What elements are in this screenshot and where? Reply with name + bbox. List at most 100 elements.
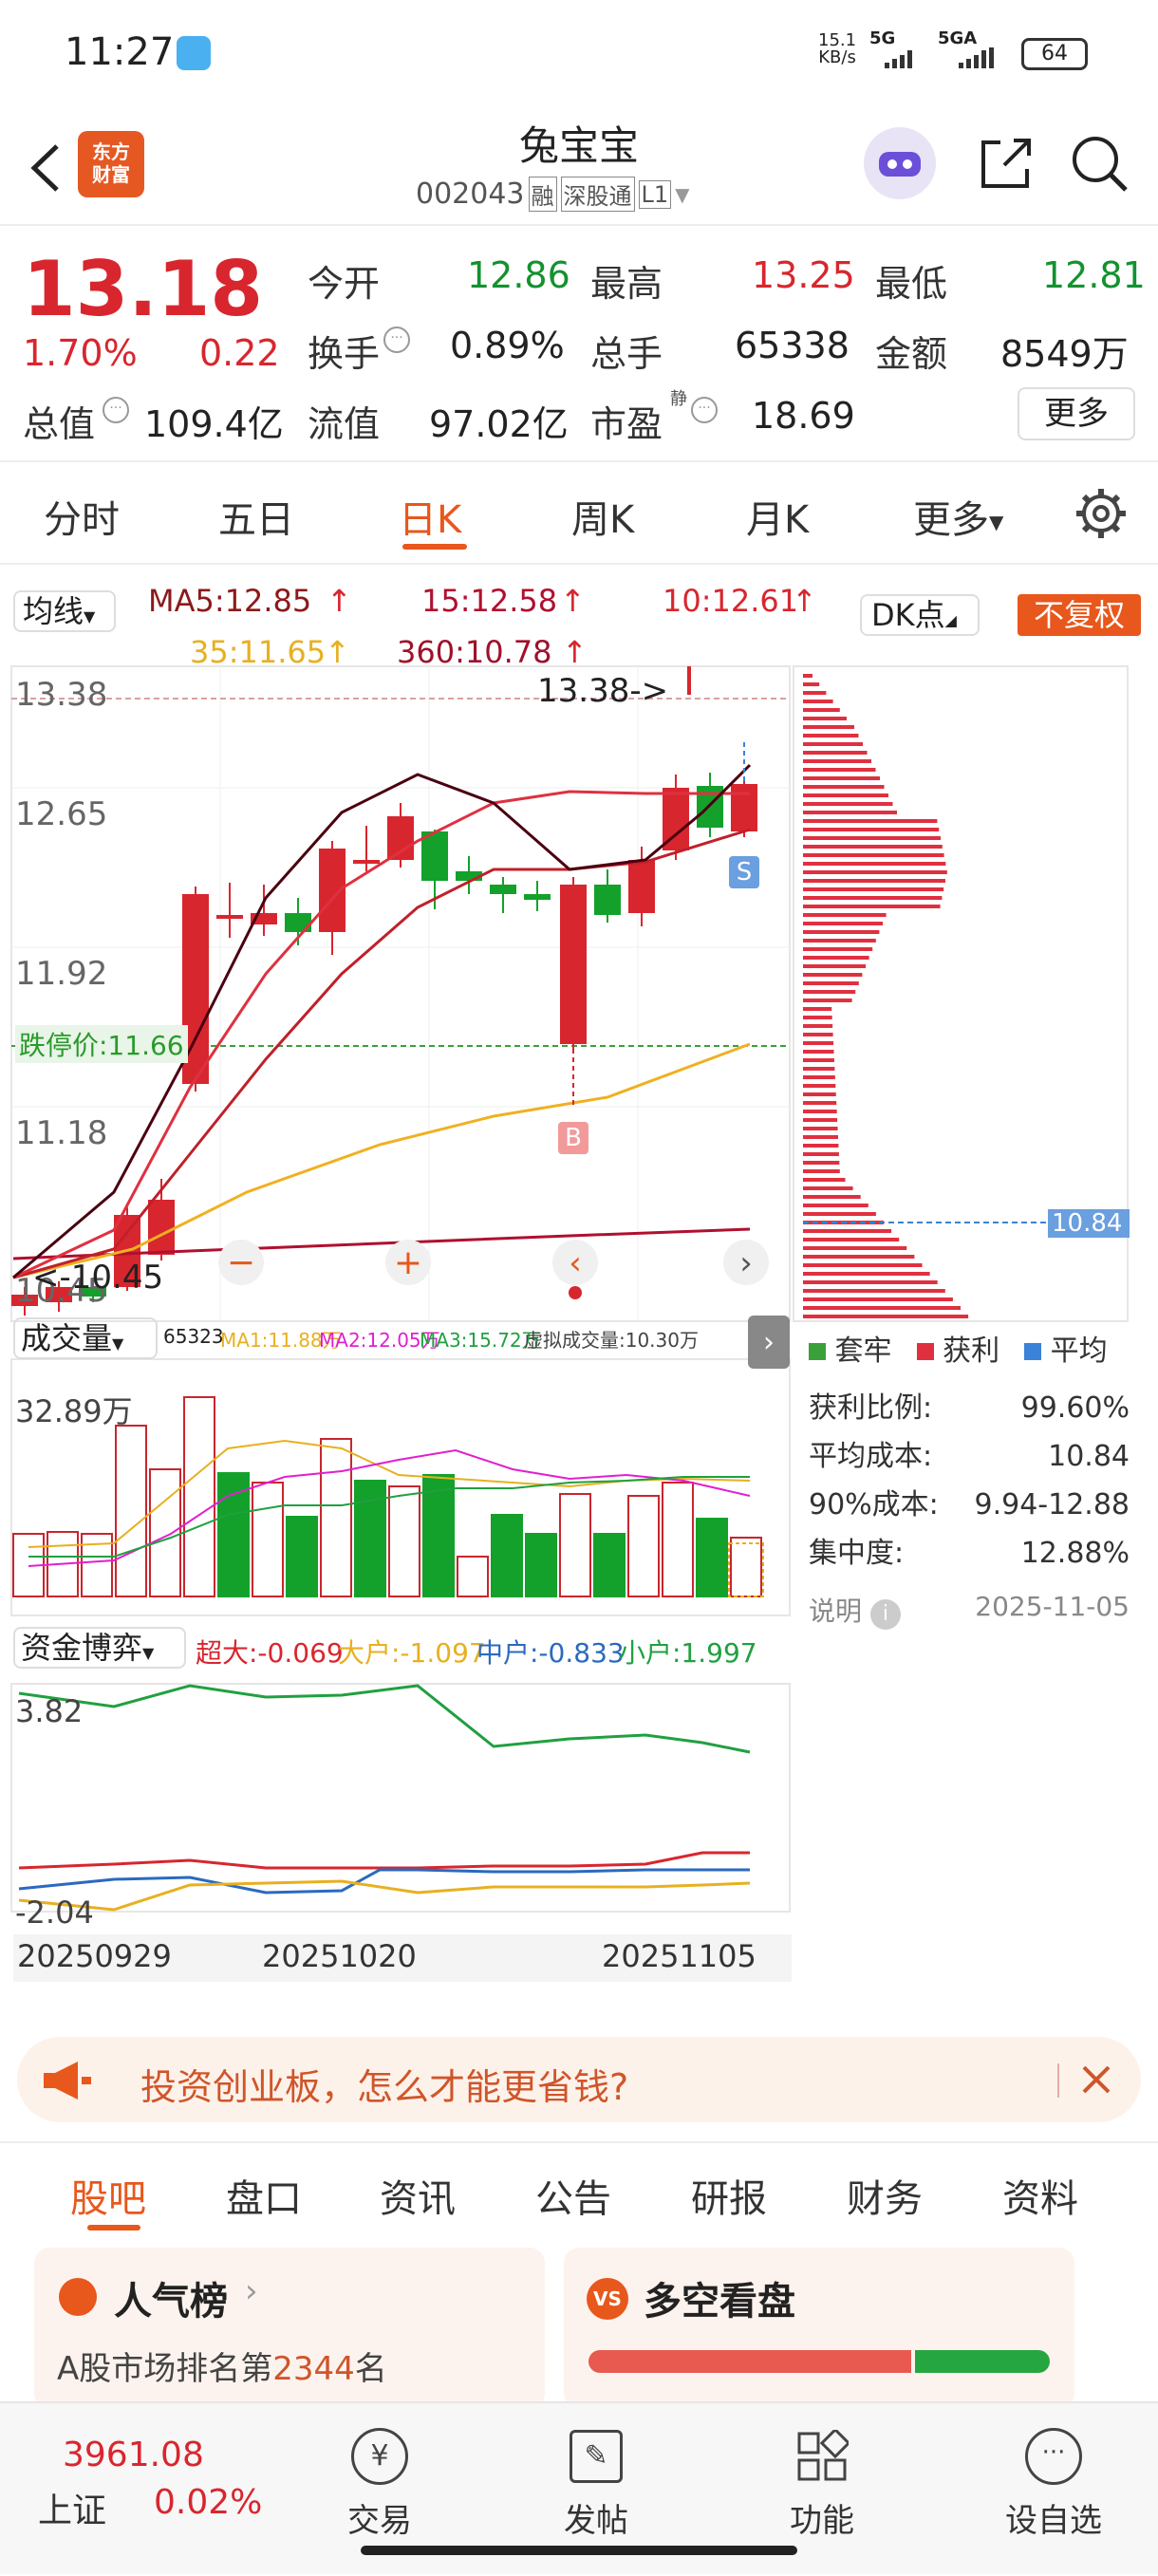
sub-tabs: 股吧 盘口 资讯 公告 研报 财务 资料 (0, 2141, 1158, 2240)
tab-research[interactable]: 研报 (691, 2168, 767, 2223)
info-icon[interactable]: ··· (691, 397, 718, 423)
capital-selector[interactable]: 资金博弈▼ (13, 1627, 186, 1669)
chip-bar (803, 725, 854, 729)
tab-profile[interactable]: 资料 (1002, 2168, 1078, 2223)
ma-selector[interactable]: 均线▼ (13, 590, 116, 632)
zoom-out-icon[interactable]: − (227, 1243, 255, 1282)
turnover-value: 0.89% (450, 325, 565, 366)
add-watchlist-button[interactable]: ··· 设自选 (987, 2403, 1120, 2576)
tab-weekly-k[interactable]: 周K (571, 489, 634, 544)
kline-chart[interactable]: − + ‹ › › (0, 661, 1158, 1743)
adjust-button[interactable]: 不复权 (1018, 594, 1141, 636)
candle-body (560, 885, 587, 1044)
info-icon[interactable]: ··· (103, 397, 129, 423)
battery-icon: 64 (1021, 38, 1088, 70)
bull-bear-card[interactable]: VS 多空看盘 (564, 2248, 1074, 2409)
bull-bar (588, 2350, 911, 2373)
index-value[interactable]: 3961.08 (63, 2436, 204, 2474)
info-icon[interactable]: ··· (383, 327, 410, 353)
chip-bar (803, 845, 943, 849)
chip-bar (803, 691, 827, 695)
app-notification-icon (177, 36, 211, 70)
chip-bar (803, 896, 943, 900)
search-icon[interactable] (1067, 131, 1133, 197)
tab-monthly-k[interactable]: 月K (746, 489, 809, 544)
tab-financials[interactable]: 财务 (847, 2168, 923, 2223)
candle-body (421, 831, 448, 881)
tab-five-day[interactable]: 五日 (218, 489, 294, 544)
buy-marker[interactable]: B (558, 1122, 588, 1154)
chip-bar (803, 802, 893, 806)
signal-5g: 5G (869, 28, 896, 48)
amount-label: 金额 (875, 333, 948, 375)
chip-bar (803, 1041, 834, 1045)
chip-bar (803, 819, 938, 823)
info-icon[interactable]: i (869, 1599, 901, 1630)
next-icon[interactable]: › (739, 1244, 753, 1282)
tab-orderbook[interactable]: 盘口 (226, 2168, 302, 2223)
dk-selector[interactable]: DK点◢ (860, 594, 980, 636)
edit-icon: ✎ (570, 2430, 623, 2483)
chip-bar (803, 1101, 837, 1105)
low-label: 最低 (875, 263, 948, 305)
more-button[interactable]: 更多 (1018, 387, 1135, 440)
bear-bar (915, 2350, 1050, 2373)
ad-banner[interactable]: 投资创业板，怎么才能更省钱? (17, 2037, 1141, 2122)
chip-distribution (803, 674, 969, 1318)
volume-bar (217, 1472, 250, 1597)
limit-down-label: 跌停价:11.66 (15, 1025, 188, 1063)
tab-indicator (402, 544, 467, 550)
chip-bar (803, 1186, 853, 1190)
prev-icon[interactable]: ‹ (569, 1244, 582, 1282)
close-icon[interactable] (1073, 2056, 1120, 2103)
dropdown-icon[interactable]: ▼ (675, 183, 689, 206)
sell-marker[interactable]: S (729, 856, 759, 888)
capital-chart[interactable] (0, 1682, 797, 1929)
volume-bar (388, 1485, 420, 1597)
axis-label-1: 13.38 (15, 676, 108, 714)
chip-bar (803, 1118, 838, 1122)
chip-bar (803, 1152, 839, 1156)
more-dots-icon: ··· (1025, 2428, 1082, 2485)
zoom-in-icon[interactable]: + (394, 1243, 422, 1282)
index-pct[interactable]: 0.02% (154, 2483, 262, 2522)
subtab-indicator (87, 2225, 140, 2231)
high-marker: 13.38-> (537, 672, 669, 710)
tab-daily-k[interactable]: 日K (399, 489, 461, 544)
axis-label-4: 11.18 (15, 1114, 108, 1152)
popularity-card[interactable]: 人气榜 › A股市场排名第2344名 (34, 2248, 545, 2409)
chip-bar (803, 742, 863, 746)
date-label: 20250929 (17, 1938, 172, 1974)
status-bar: 11:27 15.1 KB/s 5G 5GA 64 (0, 0, 1158, 114)
chip-bar (803, 682, 820, 686)
ad-text[interactable]: 投资创业板，怎么才能更省钱? (140, 2058, 628, 2110)
capital-mid: 中户:-0.833 (476, 1637, 625, 1669)
tab-intraday[interactable]: 分时 (44, 489, 120, 544)
volume-bar (183, 1396, 215, 1597)
tab-more[interactable]: 更多▼ (913, 489, 1003, 544)
grid-icon (795, 2427, 851, 2483)
volume-bar (320, 1438, 352, 1597)
tab-news[interactable]: 资讯 (380, 2168, 456, 2223)
chip-bar (803, 674, 812, 678)
volume-bar (286, 1516, 318, 1597)
tab-announcements[interactable]: 公告 (535, 2168, 611, 2223)
chip-bar (803, 1075, 835, 1079)
share-icon[interactable] (972, 131, 1038, 197)
assistant-avatar[interactable] (864, 127, 936, 199)
clock: 11:27 (65, 30, 175, 74)
index-name[interactable]: 上证 (38, 2483, 106, 2532)
chip-bar (803, 853, 944, 857)
chip-avg-label: 10.84 (1052, 1209, 1123, 1238)
mcap-value: 109.4亿 (144, 403, 284, 445)
ma5-line (12, 763, 752, 1279)
volume-bar (662, 1482, 694, 1597)
settings-icon[interactable] (1073, 485, 1130, 542)
chip-bar (803, 776, 880, 780)
chevron-right-icon: › (245, 2272, 258, 2310)
candle-body (628, 860, 655, 913)
volume-selector[interactable]: 成交量▼ (13, 1317, 158, 1359)
tab-forum[interactable]: 股吧 (70, 2168, 146, 2223)
chip-bar (803, 1110, 837, 1113)
open-label: 今开 (308, 263, 381, 305)
